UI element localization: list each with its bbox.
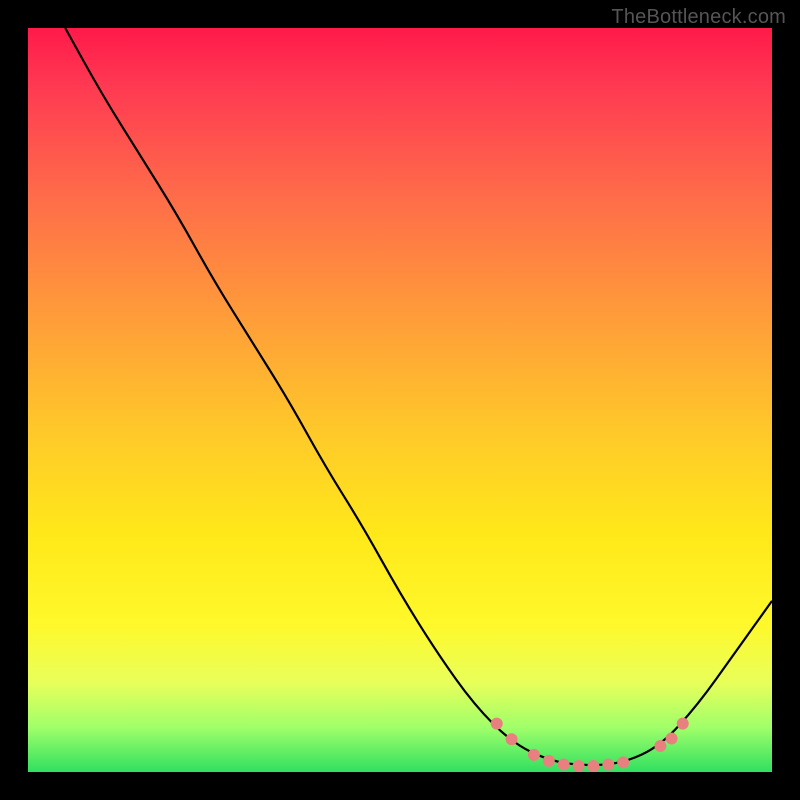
curve-marker [543,755,555,767]
curve-marker [666,733,678,745]
curve-marker [558,759,570,771]
bottleneck-curve [65,28,772,765]
chart-plot-area [28,28,772,772]
chart-svg [28,28,772,772]
curve-marker [573,760,585,772]
curve-marker [506,733,518,745]
curve-marker [654,740,666,752]
curve-marker [587,760,599,772]
curve-marker [602,759,614,771]
curve-marker [617,756,629,768]
watermark-text: TheBottleneck.com [611,6,786,29]
curve-marker [677,718,689,730]
curve-marker [491,718,503,730]
curve-marker [528,749,540,761]
